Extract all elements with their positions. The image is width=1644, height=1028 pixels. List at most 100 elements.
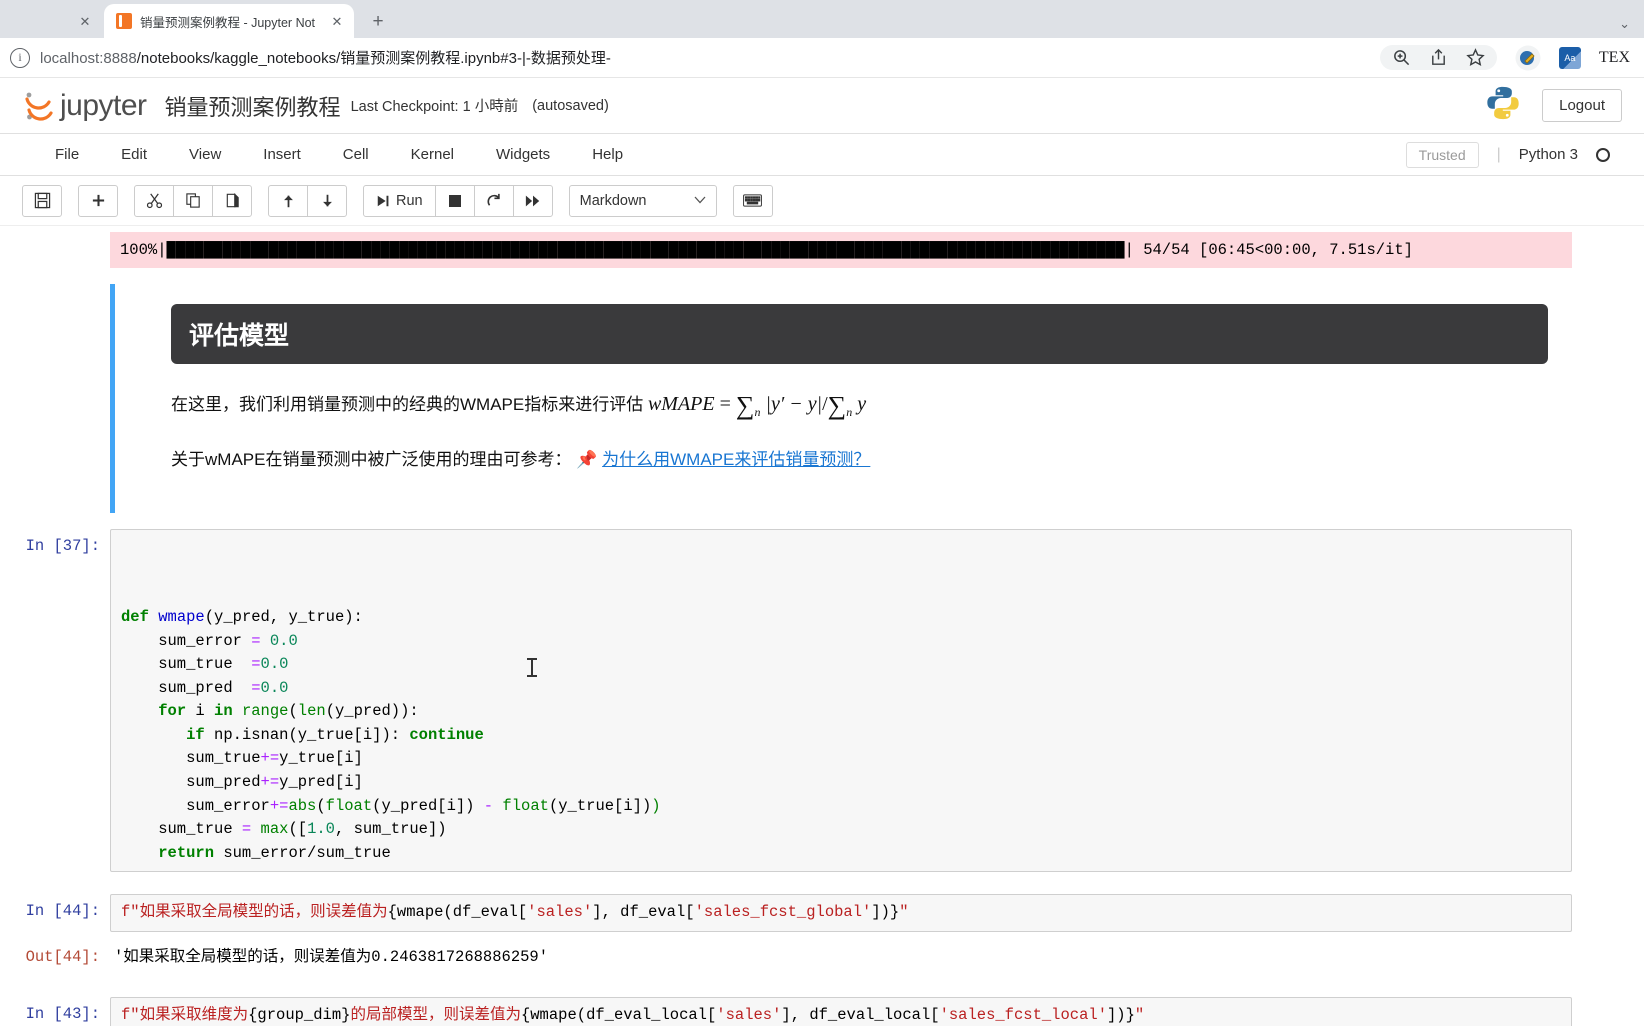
code-token: sum_error xyxy=(121,796,270,815)
interrupt-kernel-button[interactable] xyxy=(434,184,475,217)
paragraph-1-text: 在这里，我们利用销量预测中的经典的WMAPE指标来进行评估 xyxy=(171,395,644,415)
code-token: 0.0 xyxy=(260,678,289,697)
code-editor-37[interactable]: def wmape(y_pred, y_true): sum_error = 0… xyxy=(110,528,1572,873)
command-palette-button[interactable] xyxy=(732,184,773,217)
code-token: = xyxy=(241,820,252,839)
code-token: 'sales' xyxy=(527,903,593,922)
code-token: f"如果采取全局模型的话，则误差值为 xyxy=(121,903,388,922)
prompt-blank xyxy=(0,284,110,310)
code-line: sum_true =0.0 xyxy=(121,653,1561,677)
restart-run-all-button[interactable] xyxy=(512,184,553,217)
jupyter-logo[interactable]: jupyter xyxy=(22,89,147,123)
code-editor-43[interactable]: f"如果采取维度为{group_dim}的局部模型，则误差值为{wmape(df… xyxy=(110,996,1572,1026)
code-token: {wmape(df_eval_local[ xyxy=(520,1005,717,1024)
tabstrip-right: ⌄ xyxy=(1619,16,1644,38)
notebook-name[interactable]: 销量预测案例教程 xyxy=(165,90,341,122)
cell-markdown-evaluate[interactable]: 评估模型 在这里，我们利用销量预测中的经典的WMAPE指标来进行评估 wMAPE… xyxy=(0,284,1608,513)
progress-bar: ████████████████████████████████████████… xyxy=(166,241,1125,259)
chevron-down-icon xyxy=(694,195,706,207)
notebook-scroll-area[interactable]: 100%|███████████████████████████████████… xyxy=(0,226,1644,1026)
code-line: sum_error = 0.0 xyxy=(121,630,1561,654)
code-line: sum_true = max([1.0, sum_true]) xyxy=(121,818,1561,842)
code-token: f"如果采取维度为 xyxy=(121,1005,249,1024)
active-tab[interactable]: 销量预测案例教程 - Jupyter Not ✕ xyxy=(104,4,354,38)
cell-progress-output: 100%|███████████████████████████████████… xyxy=(0,232,1608,269)
input-prompt-37: In [37]: xyxy=(25,536,100,555)
address-bar[interactable]: i localhost:8888/notebooks/kaggle_notebo… xyxy=(0,38,1644,78)
menu-file[interactable]: File xyxy=(34,146,100,163)
run-button[interactable]: Run xyxy=(363,184,436,217)
menu-insert[interactable]: Insert xyxy=(242,146,322,163)
code-line: def wmape(y_pred, y_true): xyxy=(121,606,1561,630)
insert-cell-button[interactable] xyxy=(78,184,118,217)
python-logo-icon xyxy=(1484,84,1522,127)
cell-code-44[interactable]: In [44]: f"如果采取全局模型的话，则误差值为{wmape(df_eva… xyxy=(0,894,1608,932)
paste-button[interactable] xyxy=(212,184,252,217)
jupyter-mark-icon xyxy=(22,89,56,123)
logout-button[interactable]: Logout xyxy=(1542,89,1622,122)
restart-kernel-button[interactable] xyxy=(473,184,514,217)
code-line: sum_error+=abs(float(y_pred[i]) - float(… xyxy=(121,795,1561,819)
omnibar-actions: Aa TEX xyxy=(1379,45,1630,71)
trusted-badge[interactable]: Trusted xyxy=(1405,141,1479,168)
new-tab-button[interactable]: + xyxy=(364,7,392,35)
tab-strip: ✕ 销量预测案例教程 - Jupyter Not ✕ + ⌄ xyxy=(0,0,1644,38)
copy-button[interactable] xyxy=(173,184,213,217)
input-prompt-44: In [44]: xyxy=(25,902,100,921)
close-icon[interactable]: ✕ xyxy=(76,12,94,30)
close-icon[interactable]: ✕ xyxy=(328,12,346,30)
site-info-icon[interactable]: i xyxy=(10,47,30,68)
output-text-44: '如果采取全局模型的话，则误差值为0.2463817268886259' xyxy=(114,947,549,966)
cell-code-43[interactable]: In [43]: f"如果采取维度为{group_dim}的局部模型，则误差值为… xyxy=(0,996,1608,1026)
menu-cell[interactable]: Cell xyxy=(322,146,390,163)
chevron-down-icon[interactable]: ⌄ xyxy=(1619,16,1630,32)
pen-highlight-icon[interactable] xyxy=(1515,45,1541,71)
move-cell-up-button[interactable] xyxy=(268,184,308,217)
menu-kernel[interactable]: Kernel xyxy=(390,146,475,163)
code-token: if xyxy=(186,725,205,744)
code-token: += xyxy=(269,796,289,815)
progress-percent: 100% xyxy=(120,241,158,259)
code-editor-44[interactable]: f"如果采取全局模型的话，则误差值为{wmape(df_eval['sales'… xyxy=(110,894,1572,932)
kernel-idle-icon xyxy=(1596,147,1610,162)
toolbar-group-move xyxy=(268,184,347,217)
progress-stats: 54/54 [06:45<00:00, 7.51s/it] xyxy=(1133,241,1413,259)
code-token: += xyxy=(260,749,280,768)
wmape-reference-link[interactable]: 为什么用WMAPE来评估销量预测？ xyxy=(602,450,870,469)
code-token: sum_pred xyxy=(121,772,261,791)
code-token: = xyxy=(251,678,261,697)
save-button[interactable] xyxy=(22,184,62,217)
code-token: ([ xyxy=(288,820,308,839)
menu-widgets[interactable]: Widgets xyxy=(475,146,571,163)
code-token: (y_pred, y_true): xyxy=(204,608,363,627)
jupyter-header: jupyter 销量预测案例教程 Last Checkpoint: 1 小時前 … xyxy=(0,78,1644,134)
menu-edit[interactable]: Edit xyxy=(100,146,168,163)
code-token: range xyxy=(241,702,289,721)
code-token: ])} xyxy=(1107,1005,1135,1024)
bookmark-star-icon[interactable] xyxy=(1466,48,1485,67)
aa-extension-icon[interactable]: Aa xyxy=(1558,46,1581,69)
markdown-cell[interactable]: 评估模型 在这里，我们利用销量预测中的经典的WMAPE指标来进行评估 wMAPE… xyxy=(110,284,1572,513)
code-token: ], df_eval_local[ xyxy=(781,1005,940,1024)
menu-help[interactable]: Help xyxy=(571,146,644,163)
cell-code-37[interactable]: In [37]: def wmape(y_pred, y_true): sum_… xyxy=(0,528,1608,873)
omnibar-pill xyxy=(1379,45,1497,70)
cut-button[interactable] xyxy=(134,184,174,217)
code-token: continue xyxy=(409,725,484,744)
cell-type-select[interactable]: Markdown xyxy=(568,184,717,217)
code-token: {wmape(df_eval[ xyxy=(387,903,528,922)
background-tab[interactable]: ✕ xyxy=(8,4,104,38)
zoom-in-icon[interactable] xyxy=(1392,48,1411,67)
menu-view[interactable]: View xyxy=(168,146,242,163)
code-line: for i in range(len(y_pred)): xyxy=(121,700,1561,724)
url-path: /notebooks/kaggle_notebooks/销量预测案例教程.ipy… xyxy=(136,50,611,67)
tab-title: 销量预测案例教程 - Jupyter Not xyxy=(140,15,316,30)
move-cell-down-button[interactable] xyxy=(307,184,347,217)
code-token: y_pred[i] xyxy=(279,772,363,791)
tex-extension-icon[interactable]: TEX xyxy=(1599,49,1630,67)
menubar-divider: | xyxy=(1496,145,1501,163)
share-icon[interactable] xyxy=(1429,48,1448,67)
markdown-heading: 评估模型 xyxy=(171,304,1548,365)
